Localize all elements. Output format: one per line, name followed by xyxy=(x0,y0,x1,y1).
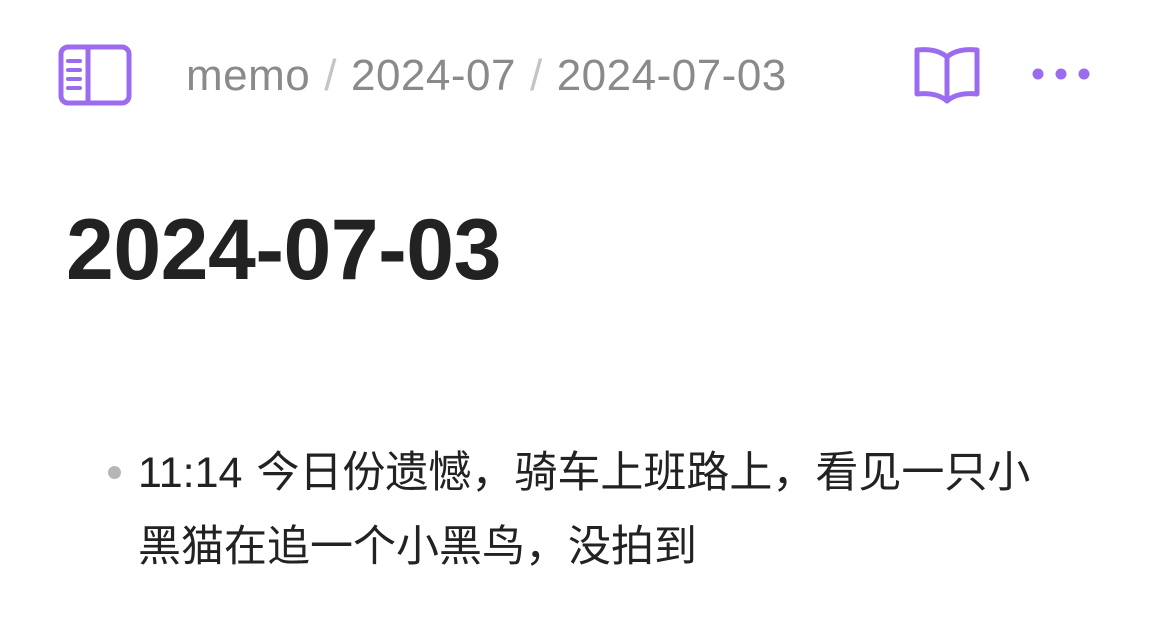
sidebar-toggle-icon[interactable] xyxy=(58,44,132,106)
breadcrumb-item-root[interactable]: memo xyxy=(186,51,310,101)
breadcrumb-separator: / xyxy=(324,51,337,100)
more-horizontal-icon[interactable] xyxy=(1028,56,1094,92)
book-open-icon[interactable] xyxy=(912,44,982,106)
breadcrumb: memo / 2024-07 / 2024-07-03 xyxy=(186,48,787,104)
breadcrumb-item-month[interactable]: 2024-07 xyxy=(351,51,516,101)
breadcrumb-separator: / xyxy=(529,51,543,100)
breadcrumb-item-current[interactable]: 2024-07-03 xyxy=(557,51,787,101)
memo-timestamp: 11:14 xyxy=(138,449,243,497)
bullet-dot xyxy=(108,466,121,479)
page-title: 2024-07-03 xyxy=(66,202,501,298)
memo-text: 今日份遗憾，骑车上班路上，看见一只小黑猫在追一个小黑鸟，没拍到 xyxy=(138,449,1031,571)
top-bar: memo / 2024-07 / 2024-07-03 xyxy=(0,0,1163,150)
list-item[interactable]: 11:14 今日份遗憾，骑车上班路上，看见一只小黑猫在追一个小黑鸟，没拍到 xyxy=(104,436,1068,584)
memo-list: 11:14 今日份遗憾，骑车上班路上，看见一只小黑猫在追一个小黑鸟，没拍到 xyxy=(104,436,1064,584)
